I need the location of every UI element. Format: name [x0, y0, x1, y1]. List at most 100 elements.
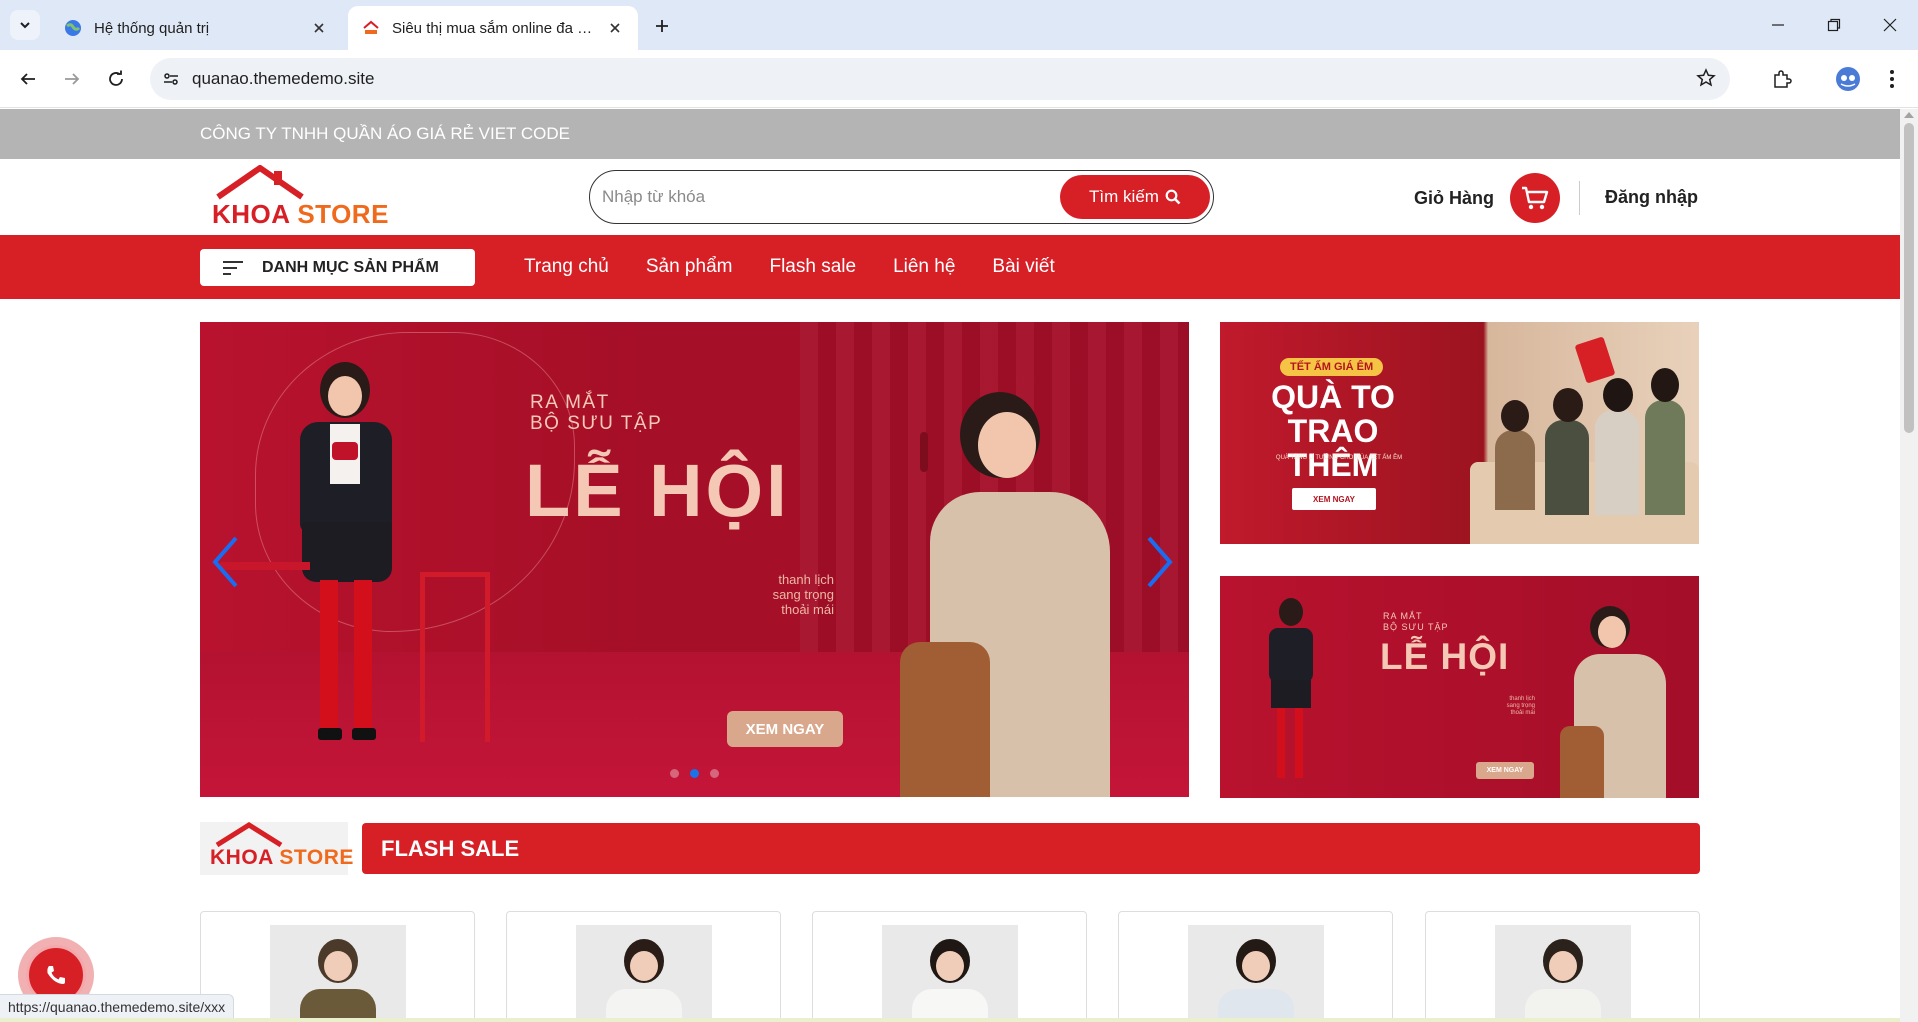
- banner-title: LỄ HỘI: [1380, 636, 1510, 677]
- slider-dot[interactable]: [670, 769, 679, 778]
- logo-word-1: KHOA: [210, 846, 274, 869]
- web-page: CÔNG TY TNHH QUẦN ÁO GIÁ RẺ VIET CODE KH…: [0, 109, 1900, 1022]
- puzzle-icon: [1774, 70, 1792, 88]
- site-info-icon[interactable]: [150, 58, 192, 100]
- house-logo-icon: [216, 165, 304, 200]
- reload-icon: [109, 70, 123, 86]
- search-button-label: Tìm kiếm: [1089, 187, 1159, 206]
- cart-link[interactable]: Giỏ Hàng: [1414, 173, 1560, 223]
- new-tab-button[interactable]: [648, 12, 676, 40]
- close-tab-icon[interactable]: [606, 19, 624, 37]
- scrollbar-thumb[interactable]: [1904, 123, 1914, 433]
- scroll-up-arrow-icon[interactable]: [1904, 112, 1914, 118]
- tab-search-button[interactable]: [10, 10, 40, 40]
- product-image: [882, 925, 1018, 1022]
- cart-label: Giỏ Hàng: [1414, 187, 1494, 208]
- more-vertical-icon: [1890, 70, 1894, 88]
- slider-dot[interactable]: [710, 769, 719, 778]
- tab-title: Siêu thị mua sắm online đa dạng: [392, 19, 598, 37]
- nav-blog[interactable]: Bài viết: [992, 256, 1054, 278]
- banner-title-line-2: TRAO THÊM: [1287, 413, 1379, 483]
- banner-small-line-1: RA MẮT: [1383, 611, 1423, 621]
- browser-toolbar: quanao.themedemo.site: [0, 50, 1918, 108]
- profile-button[interactable]: [1832, 63, 1864, 95]
- minimize-icon: [1772, 24, 1784, 26]
- nav-products[interactable]: Sản phẩm: [646, 256, 733, 278]
- restore-icon: [1827, 18, 1841, 32]
- hero-tagline-3: thoải mái: [781, 602, 834, 617]
- product-card[interactable]: [812, 911, 1087, 1022]
- banner-cta-button[interactable]: XEM NGAY: [1476, 762, 1534, 779]
- nav-flash-sale[interactable]: Flash sale: [769, 256, 856, 278]
- logo-word-2: STORE: [297, 199, 389, 229]
- extensions-button[interactable]: [1766, 63, 1798, 95]
- company-topbar: CÔNG TY TNHH QUẦN ÁO GIÁ RẺ VIET CODE: [0, 109, 1900, 159]
- group-people-illustration: [1485, 336, 1685, 520]
- phone-icon: [47, 966, 65, 984]
- model-left-illustration: [260, 362, 420, 752]
- arrow-left-icon: [20, 73, 35, 85]
- product-image: [1188, 925, 1324, 1022]
- arrow-right-icon: [65, 73, 80, 85]
- search-button[interactable]: Tìm kiếm: [1060, 175, 1210, 219]
- model-right-mini-illustration: [1560, 606, 1690, 798]
- hero-tagline-2: sang trọng: [772, 587, 834, 602]
- bookmark-star-icon[interactable]: [1696, 68, 1716, 93]
- close-window-button[interactable]: [1862, 0, 1918, 50]
- back-button[interactable]: [12, 63, 44, 95]
- site-logo[interactable]: KHOA STORE: [212, 165, 388, 229]
- restore-button[interactable]: [1806, 0, 1862, 50]
- address-bar[interactable]: quanao.themedemo.site: [150, 58, 1730, 100]
- browser-menu-button[interactable]: [1876, 63, 1908, 95]
- product-image: [270, 925, 406, 1022]
- side-banner-le-hoi[interactable]: RA MẮT BỘ SƯU TẬP LỄ HỘI thanh lịch sang…: [1220, 576, 1699, 798]
- minimize-button[interactable]: [1750, 0, 1806, 50]
- tab-admin[interactable]: Hệ thống quản trị: [50, 6, 342, 50]
- flash-sale-title-bar: FLASH SALE: [362, 823, 1700, 874]
- company-name: CÔNG TY TNHH QUẦN ÁO GIÁ RẺ VIET CODE: [200, 124, 570, 143]
- banner-tagline-1: thanh lịch: [1509, 696, 1535, 702]
- cart-icon: [1510, 173, 1560, 223]
- hero-slider[interactable]: RA MẮT BỘ SƯU TẬP LỄ HỘI thanh lịch sang…: [200, 322, 1189, 797]
- login-link[interactable]: Đăng nhập: [1605, 187, 1698, 208]
- product-card[interactable]: [506, 911, 781, 1022]
- search-input[interactable]: [602, 187, 1060, 207]
- header-divider: [1579, 181, 1580, 215]
- close-tab-icon[interactable]: [310, 19, 328, 37]
- reload-button[interactable]: [100, 63, 132, 95]
- banner-subtitle: QUÀ TẶNG LÍ TƯỞNG CHO MÙA TẾT ẤM ÊM: [1275, 455, 1403, 461]
- nav-contact[interactable]: Liên hệ: [893, 256, 955, 278]
- banner-cta-button[interactable]: XEM NGAY: [1292, 488, 1376, 510]
- hero-cta-button[interactable]: XEM NGAY: [727, 711, 843, 747]
- slider-next-icon[interactable]: [1145, 535, 1175, 589]
- slider-dot-active[interactable]: [690, 769, 699, 778]
- slider-prev-icon[interactable]: [210, 535, 240, 589]
- browser-tab-strip: Hệ thống quản trị Siêu thị mua sắm onlin…: [0, 0, 1918, 50]
- banner-small-line-2: BỘ SƯU TẬP: [1383, 622, 1449, 632]
- tab-store[interactable]: Siêu thị mua sắm online đa dạng: [348, 6, 638, 50]
- product-card[interactable]: [200, 911, 475, 1022]
- category-button-label: DANH MỤC SẢN PHẨM: [262, 258, 439, 276]
- product-category-button[interactable]: DANH MỤC SẢN PHẨM: [200, 249, 475, 286]
- store-favicon-icon: [363, 20, 379, 34]
- forward-button[interactable]: [56, 63, 88, 95]
- product-image: [576, 925, 712, 1022]
- logo-word-2: STORE: [279, 846, 354, 869]
- page-scrollbar[interactable]: [1900, 109, 1918, 1022]
- nav-home[interactable]: Trang chủ: [524, 256, 609, 278]
- model-left-mini-illustration: [1255, 598, 1325, 788]
- menu-icon: [223, 260, 243, 275]
- side-banner-tet[interactable]: TẾT ẤM GIÁ ÊM QUÀ TO TRAO THÊM QUÀ TẶNG …: [1220, 322, 1699, 544]
- url-text: quanao.themedemo.site: [192, 69, 375, 88]
- house-logo-icon: [215, 822, 283, 848]
- product-card[interactable]: [1118, 911, 1393, 1022]
- model-right-illustration: [900, 392, 1160, 797]
- search-form: Tìm kiếm: [589, 170, 1214, 224]
- main-navigation: DANH MỤC SẢN PHẨM Trang chủ Sản phẩm Fla…: [0, 235, 1900, 299]
- chevron-down-icon: [20, 22, 30, 29]
- banner-title-line-1: QUÀ TO: [1271, 379, 1395, 415]
- banner-tagline-3: thoải mái: [1510, 710, 1535, 716]
- hero-tagline-1: thanh lịch: [778, 572, 834, 587]
- product-card[interactable]: [1425, 911, 1700, 1022]
- globe-favicon-icon: [65, 20, 81, 36]
